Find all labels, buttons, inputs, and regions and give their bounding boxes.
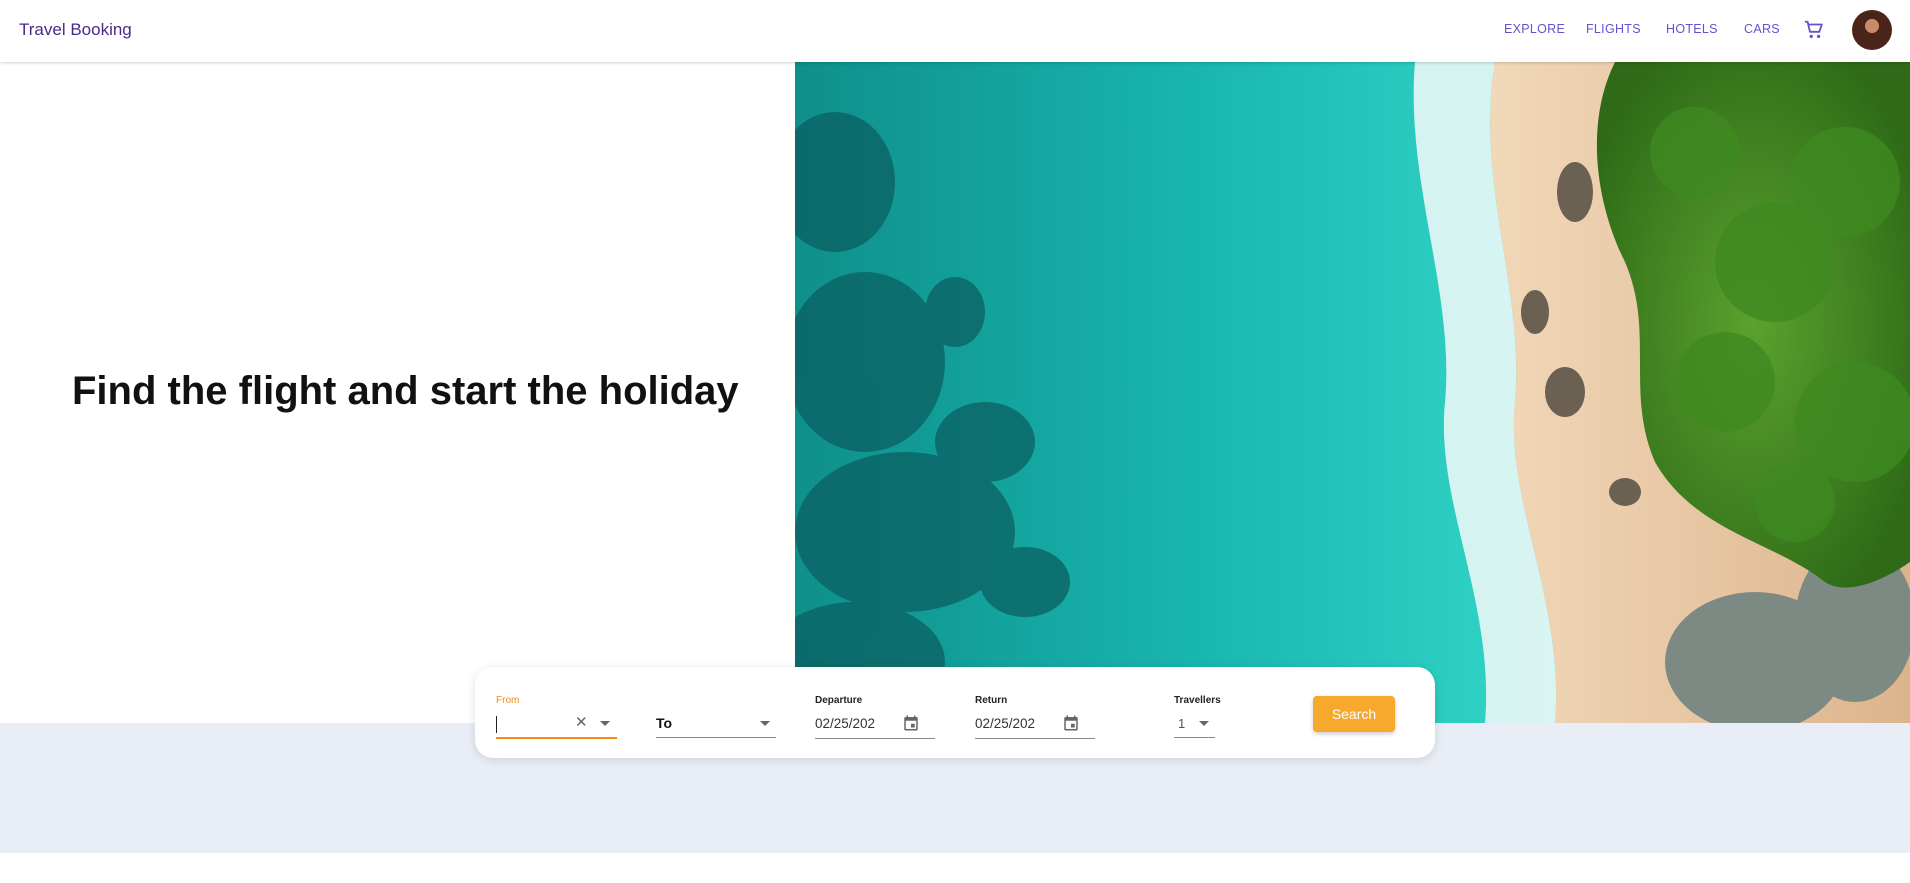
travellers-label: Travellers <box>1174 695 1221 706</box>
travellers-select[interactable]: 1 <box>1178 716 1185 731</box>
top-app-bar: Travel Booking EXPLORE FLIGHTS HOTELS CA… <box>0 0 1910 62</box>
return-label: Return <box>975 695 1008 706</box>
return-input[interactable]: 02/25/202 <box>975 716 1035 731</box>
cart-icon[interactable] <box>1803 19 1825 41</box>
travellers-underline <box>1174 737 1215 738</box>
nav-flights[interactable]: FLIGHTS <box>1586 22 1641 36</box>
to-underline <box>656 737 776 738</box>
nav-cars[interactable]: CARS <box>1744 22 1780 36</box>
to-dropdown-icon[interactable] <box>760 721 770 726</box>
nav-explore[interactable]: EXPLORE <box>1504 22 1565 36</box>
from-underline <box>496 737 617 739</box>
hero-title: Find the flight and start the holiday <box>72 369 739 413</box>
from-dropdown-icon[interactable] <box>600 721 610 726</box>
clear-icon[interactable]: ✕ <box>575 713 588 731</box>
departure-label: Departure <box>815 695 863 706</box>
return-underline <box>975 738 1095 739</box>
search-button[interactable]: Search <box>1313 696 1395 732</box>
nav-hotels[interactable]: HOTELS <box>1666 22 1718 36</box>
calendar-icon[interactable] <box>902 714 920 737</box>
calendar-icon[interactable] <box>1062 714 1080 737</box>
brand-title[interactable]: Travel Booking <box>19 20 132 40</box>
user-avatar[interactable] <box>1852 10 1892 50</box>
flight-search-card: From ✕ To Departure 02/25/202 Return 02/… <box>475 667 1435 758</box>
departure-underline <box>815 738 935 739</box>
to-label: To <box>656 715 673 731</box>
departure-input[interactable]: 02/25/202 <box>815 716 875 731</box>
hero-beach-image <box>795 62 1910 723</box>
from-label: From <box>496 695 520 706</box>
text-cursor <box>496 716 497 733</box>
travellers-dropdown-icon[interactable] <box>1199 721 1209 726</box>
